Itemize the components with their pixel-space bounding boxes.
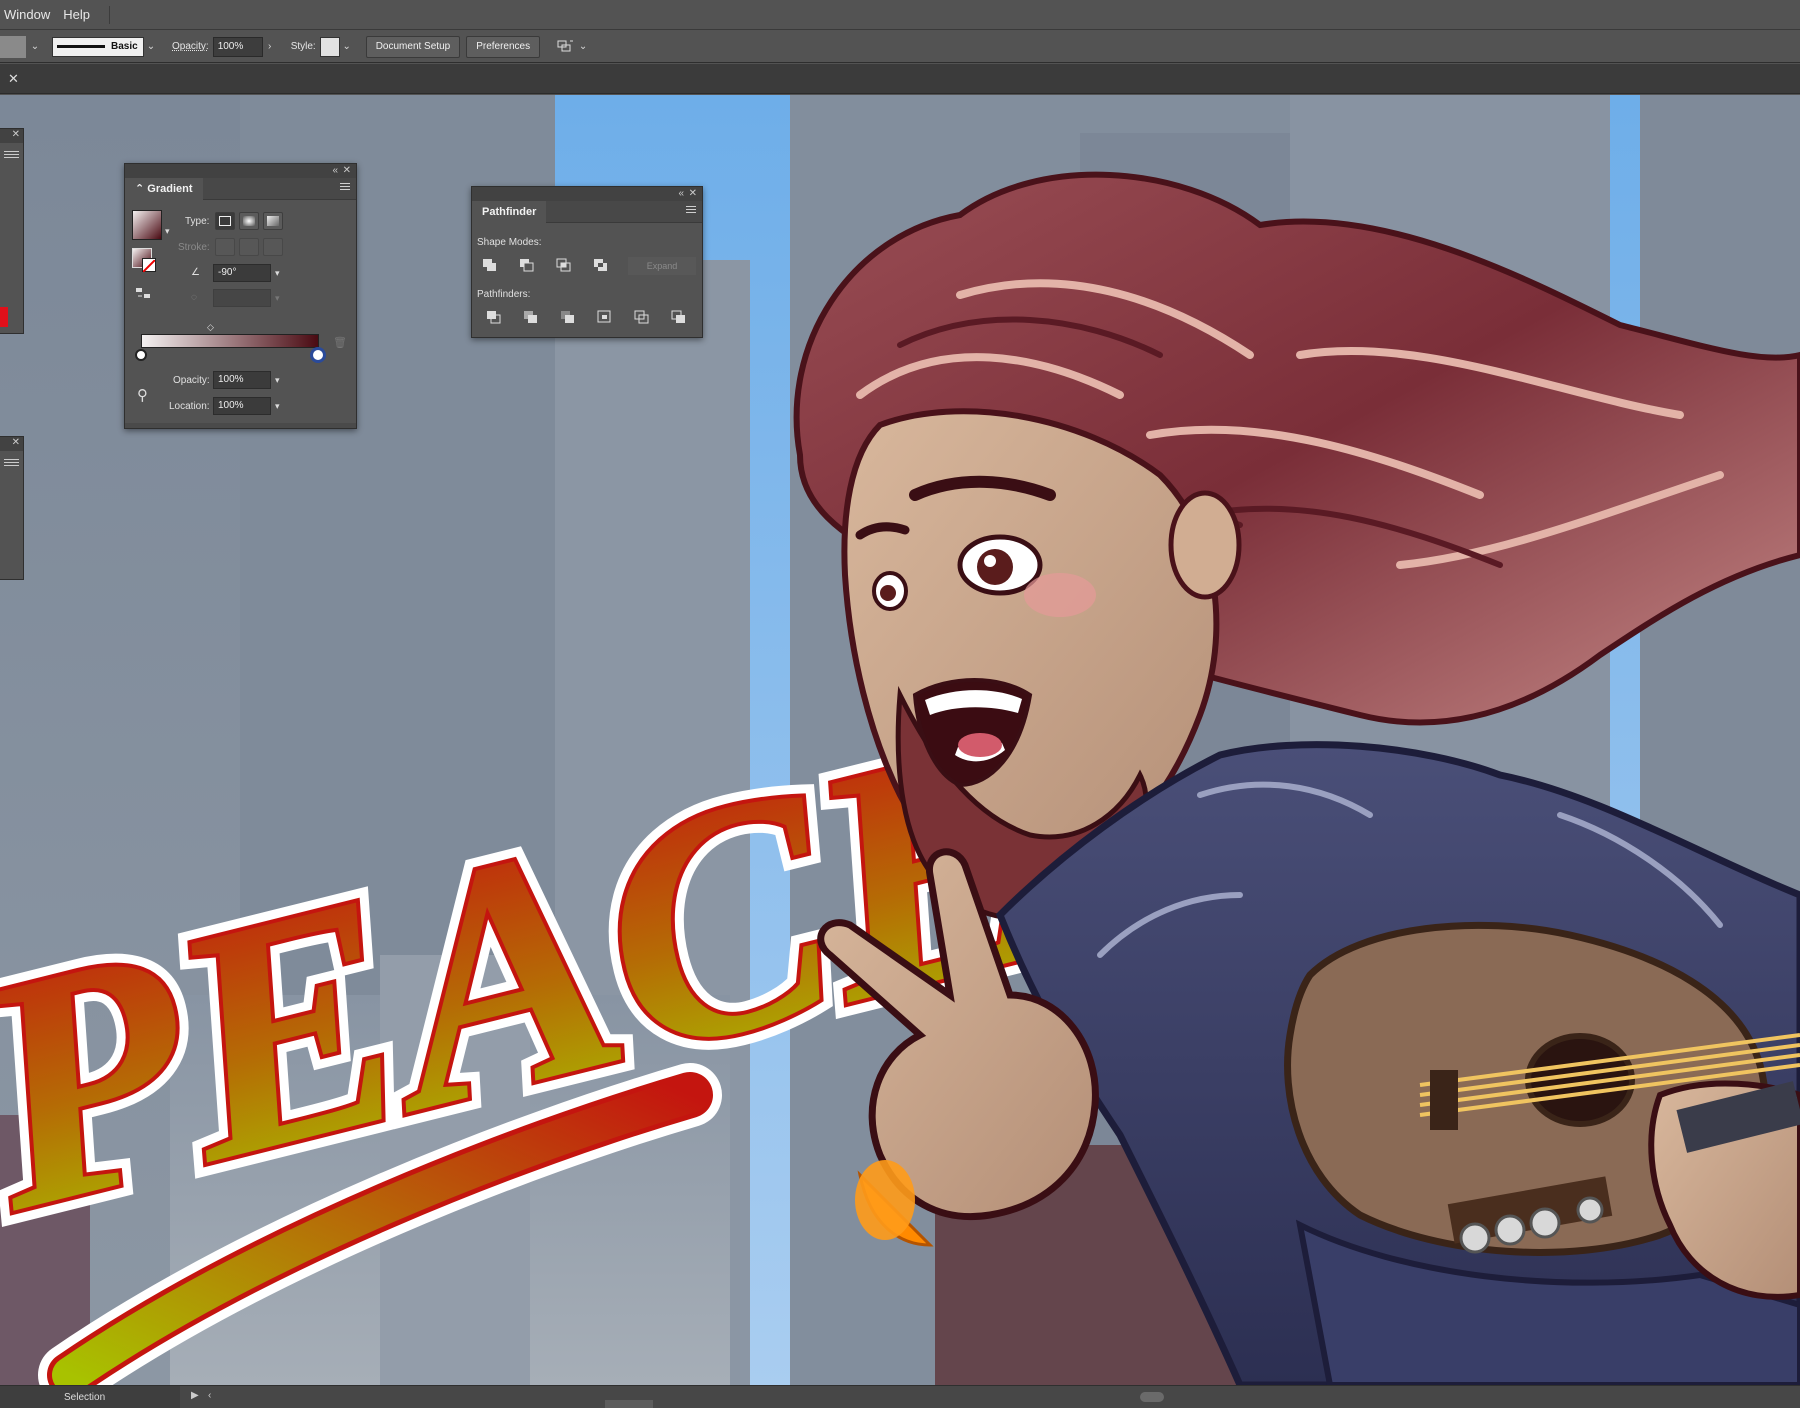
menu-help[interactable]: Help — [59, 0, 99, 30]
intersect-icon[interactable] — [554, 256, 574, 274]
panel-titlebar[interactable]: « ✕ — [472, 187, 702, 201]
chevron-left-icon[interactable]: ‹ — [208, 1390, 211, 1401]
status-bar: Selection ▶ ‹ — [0, 1385, 1800, 1408]
eyedropper-icon[interactable]: ⚲ — [137, 386, 148, 404]
stop-location-label: Location: — [169, 401, 210, 412]
stop-opacity-input[interactable]: 100% — [213, 371, 271, 389]
panel-menu-icon[interactable] — [340, 183, 350, 193]
minus-front-icon[interactable] — [517, 256, 537, 274]
angle-icon: ∠ — [191, 267, 200, 278]
scrollbar-handle[interactable] — [1140, 1392, 1164, 1402]
close-icon[interactable]: ✕ — [8, 71, 19, 87]
panel-titlebar[interactable]: « ✕ — [125, 164, 356, 178]
crop-icon[interactable] — [595, 308, 615, 326]
panel-menu-icon[interactable] — [4, 151, 19, 161]
gradient-stop-end-selected[interactable] — [310, 347, 326, 363]
radial-gradient-button[interactable] — [239, 212, 259, 230]
close-icon[interactable]: ✕ — [0, 129, 23, 143]
gradient-panel: « ✕ ⌃ Gradient ▾ Type: Stroke: ∠ -90° ▾ … — [124, 163, 357, 429]
chevron-down-icon[interactable]: ▾ — [165, 226, 170, 237]
angle-input[interactable]: -90° — [213, 264, 271, 282]
play-arrow-icon[interactable]: ▶ — [191, 1390, 199, 1401]
gradient-stop-start[interactable] — [135, 349, 147, 361]
stroke-across-button[interactable] — [263, 238, 283, 256]
fill-swatch[interactable] — [0, 35, 26, 58]
stop-opacity-label: Opacity: — [173, 375, 210, 386]
preferences-button[interactable]: Preferences — [466, 35, 541, 58]
trash-icon[interactable]: 🗑 — [333, 336, 347, 349]
expand-button[interactable]: Expand — [628, 257, 696, 275]
chevron-down-icon[interactable]: ⌄ — [144, 36, 158, 58]
chevron-down-icon[interactable]: ⌄ — [340, 36, 354, 58]
gradient-slider[interactable] — [141, 334, 319, 348]
panel-menu-icon[interactable] — [4, 459, 19, 469]
collapse-icon[interactable]: « — [678, 187, 684, 201]
minus-back-icon[interactable] — [669, 308, 689, 326]
menu-window[interactable]: Window — [0, 0, 59, 30]
horizontal-scrollbar-thumb[interactable] — [605, 1400, 653, 1408]
menu-separator — [109, 5, 110, 24]
opacity-input[interactable]: 100% — [212, 36, 263, 57]
stroke-within-button[interactable] — [215, 238, 235, 256]
style-label: Style: — [290, 41, 316, 52]
chevron-down-icon[interactable]: ▾ — [275, 375, 280, 386]
collapse-icon[interactable]: « — [332, 164, 338, 178]
arrange-documents-icon[interactable] — [554, 36, 576, 58]
docked-panel-left-bottom: ✕ — [0, 436, 24, 580]
chevron-down-icon[interactable]: ⌄ — [576, 36, 590, 58]
reverse-gradient-icon[interactable] — [135, 286, 151, 300]
midpoint-diamond-icon[interactable]: ◇ — [207, 322, 214, 333]
panel-tab-row: ⌃ Gradient — [125, 178, 356, 200]
document-setup-button[interactable]: Document Setup — [365, 35, 461, 58]
stroke-style-picker[interactable]: Basic — [52, 36, 144, 57]
type-label: Type: — [185, 216, 210, 227]
panel-resize-handle[interactable] — [125, 423, 356, 428]
panel-menu-icon[interactable] — [686, 206, 696, 216]
divide-icon[interactable] — [484, 308, 504, 326]
opacity-label[interactable]: Opacity: — [172, 41, 209, 52]
pathfinder-panel: « ✕ Pathfinder Shape Modes: Expand Pathf… — [471, 186, 703, 338]
chevron-down-icon[interactable]: ⌄ — [28, 36, 42, 58]
stroke-style-label: Basic — [111, 41, 138, 52]
control-bar: ⌄ Basic ⌄ Opacity: 100% › Style: ⌄ Docum… — [0, 31, 1800, 63]
chevron-down-icon[interactable]: ▾ — [275, 293, 280, 304]
graphic-style-swatch[interactable] — [319, 36, 340, 57]
docked-panel-left-top: ✕ — [0, 128, 24, 334]
document-tab-bar: ✕ — [0, 64, 1800, 94]
pathfinders-label: Pathfinders: — [477, 289, 531, 300]
chevron-down-icon[interactable]: ▾ — [275, 268, 280, 279]
stroke-none-indicator[interactable] — [142, 258, 156, 273]
stroke-line-icon — [57, 45, 105, 48]
close-icon[interactable]: ✕ — [343, 164, 351, 178]
stroke-label: Stroke: — [178, 242, 210, 253]
menu-bar: Window Help — [0, 0, 1800, 30]
panel-tab-row: Pathfinder — [472, 201, 702, 223]
exclude-icon[interactable] — [591, 256, 611, 274]
close-icon[interactable]: ✕ — [689, 187, 697, 201]
color-swatch-red[interactable] — [0, 307, 8, 327]
linear-gradient-button[interactable] — [215, 212, 235, 230]
tab-gradient[interactable]: ⌃ Gradient — [125, 178, 203, 200]
current-tool-status[interactable]: Selection — [0, 1386, 180, 1408]
freeform-gradient-button[interactable] — [263, 212, 283, 230]
chevron-down-icon[interactable]: ▾ — [275, 401, 280, 412]
stop-location-input[interactable]: 100% — [213, 397, 271, 415]
chevron-right-icon[interactable]: › — [263, 36, 277, 58]
aspect-ratio-input[interactable] — [213, 289, 271, 307]
gradient-preview-swatch[interactable] — [132, 210, 162, 240]
stroke-along-button[interactable] — [239, 238, 259, 256]
tab-pathfinder[interactable]: Pathfinder — [472, 201, 547, 223]
trim-icon[interactable] — [521, 308, 541, 326]
shape-modes-label: Shape Modes: — [477, 237, 542, 248]
aspect-ratio-icon: ◌ — [191, 292, 197, 303]
outline-icon[interactable] — [632, 308, 652, 326]
close-icon[interactable]: ✕ — [0, 437, 23, 451]
unite-icon[interactable] — [480, 256, 500, 274]
merge-icon[interactable] — [558, 308, 578, 326]
